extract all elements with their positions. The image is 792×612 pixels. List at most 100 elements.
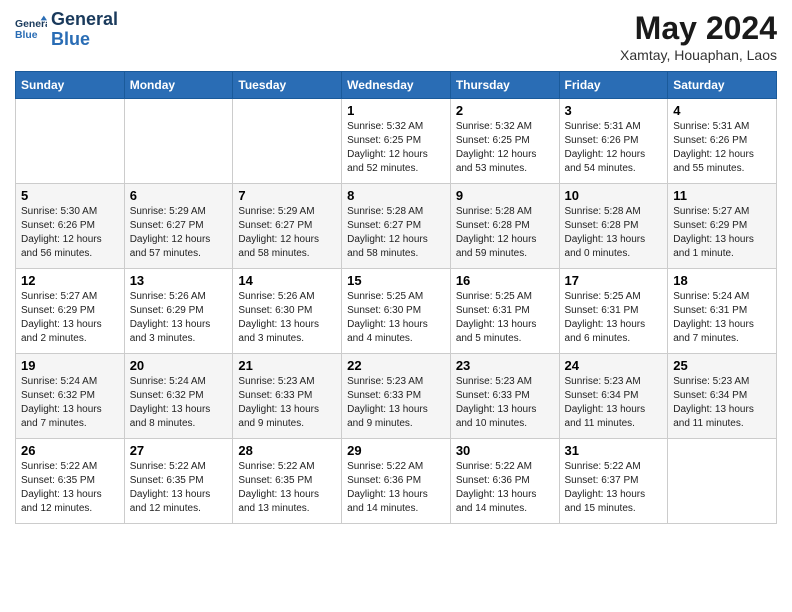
day-number: 26 (21, 443, 119, 458)
day-number: 23 (456, 358, 554, 373)
day-number: 7 (238, 188, 336, 203)
calendar-cell: 19 Sunrise: 5:24 AM Sunset: 6:32 PM Dayli… (16, 354, 125, 439)
calendar-cell: 15 Sunrise: 5:25 AM Sunset: 6:30 PM Dayli… (342, 269, 451, 354)
day-info: Sunrise: 5:27 AM Sunset: 6:29 PM Dayligh… (673, 205, 771, 261)
page-header: General Blue General Blue May 2024 Xamta… (15, 10, 777, 63)
calendar-cell: 23 Sunrise: 5:23 AM Sunset: 6:33 PM Dayli… (450, 354, 559, 439)
calendar-cell: 13Sunrise: 5:26 AM Sunset: 6:29 PM Dayli… (124, 269, 233, 354)
day-number: 19 (21, 358, 119, 373)
day-number: 11 (673, 188, 771, 203)
calendar-cell: 25Sunrise: 5:23 AM Sunset: 6:34 PM Dayli… (668, 354, 777, 439)
calendar-week-2: 5 Sunrise: 5:30 AM Sunset: 6:26 PM Daylig… (16, 184, 777, 269)
day-info: Sunrise: 5:26 AM Sunset: 6:29 PM Dayligh… (130, 290, 228, 346)
calendar-cell: 6 Sunrise: 5:29 AM Sunset: 6:27 PM Daylig… (124, 184, 233, 269)
day-info: Sunrise: 5:26 AM Sunset: 6:30 PM Dayligh… (238, 290, 336, 346)
weekday-header-monday: Monday (124, 72, 233, 99)
calendar-cell (668, 439, 777, 524)
day-info: Sunrise: 5:23 AM Sunset: 6:33 PM Dayligh… (238, 375, 336, 431)
day-number: 28 (238, 443, 336, 458)
day-info: Sunrise: 5:24 AM Sunset: 6:32 PM Dayligh… (21, 375, 119, 431)
calendar-cell (233, 99, 342, 184)
calendar-cell: 12 Sunrise: 5:27 AM Sunset: 6:29 PM Dayli… (16, 269, 125, 354)
calendar-cell: 7Sunrise: 5:29 AM Sunset: 6:27 PM Daylig… (233, 184, 342, 269)
calendar-cell (16, 99, 125, 184)
logo-text: General Blue (51, 10, 118, 50)
day-number: 5 (21, 188, 119, 203)
calendar-cell: 8Sunrise: 5:28 AM Sunset: 6:27 PM Daylig… (342, 184, 451, 269)
day-info: Sunrise: 5:23 AM Sunset: 6:33 PM Dayligh… (456, 375, 554, 431)
svg-text:Blue: Blue (15, 30, 38, 41)
calendar-cell: 5 Sunrise: 5:30 AM Sunset: 6:26 PM Daylig… (16, 184, 125, 269)
calendar-cell: 4Sunrise: 5:31 AM Sunset: 6:26 PM Daylig… (668, 99, 777, 184)
calendar-cell: 20 Sunrise: 5:24 AM Sunset: 6:32 PM Dayli… (124, 354, 233, 439)
weekday-header-saturday: Saturday (668, 72, 777, 99)
day-number: 25 (673, 358, 771, 373)
logo: General Blue General Blue (15, 10, 118, 50)
weekday-header-tuesday: Tuesday (233, 72, 342, 99)
day-info: Sunrise: 5:25 AM Sunset: 6:31 PM Dayligh… (565, 290, 663, 346)
day-number: 21 (238, 358, 336, 373)
day-number: 2 (456, 103, 554, 118)
day-number: 3 (565, 103, 663, 118)
day-number: 12 (21, 273, 119, 288)
calendar-cell: 2 Sunrise: 5:32 AM Sunset: 6:25 PM Daylig… (450, 99, 559, 184)
day-info: Sunrise: 5:32 AM Sunset: 6:25 PM Dayligh… (456, 120, 554, 176)
day-number: 9 (456, 188, 554, 203)
calendar-cell: 26 Sunrise: 5:22 AM Sunset: 6:35 PM Dayli… (16, 439, 125, 524)
calendar-cell: 21 Sunrise: 5:23 AM Sunset: 6:33 PM Dayli… (233, 354, 342, 439)
day-number: 10 (565, 188, 663, 203)
month-year-title: May 2024 (620, 10, 777, 47)
calendar-cell: 24 Sunrise: 5:23 AM Sunset: 6:34 PM Dayli… (559, 354, 668, 439)
calendar-table: SundayMondayTuesdayWednesdayThursdayFrid… (15, 71, 777, 524)
day-info: Sunrise: 5:24 AM Sunset: 6:32 PM Dayligh… (130, 375, 228, 431)
weekday-header-thursday: Thursday (450, 72, 559, 99)
svg-text:General: General (15, 19, 47, 30)
weekday-header-friday: Friday (559, 72, 668, 99)
day-number: 18 (673, 273, 771, 288)
day-info: Sunrise: 5:23 AM Sunset: 6:33 PM Dayligh… (347, 375, 445, 431)
day-info: Sunrise: 5:22 AM Sunset: 6:35 PM Dayligh… (238, 460, 336, 516)
calendar-cell: 18 Sunrise: 5:24 AM Sunset: 6:31 PM Dayli… (668, 269, 777, 354)
calendar-cell: 1Sunrise: 5:32 AM Sunset: 6:25 PM Daylig… (342, 99, 451, 184)
day-number: 24 (565, 358, 663, 373)
day-info: Sunrise: 5:30 AM Sunset: 6:26 PM Dayligh… (21, 205, 119, 261)
day-info: Sunrise: 5:22 AM Sunset: 6:37 PM Dayligh… (565, 460, 663, 516)
day-info: Sunrise: 5:29 AM Sunset: 6:27 PM Dayligh… (130, 205, 228, 261)
day-number: 30 (456, 443, 554, 458)
day-info: Sunrise: 5:24 AM Sunset: 6:31 PM Dayligh… (673, 290, 771, 346)
day-number: 20 (130, 358, 228, 373)
day-number: 14 (238, 273, 336, 288)
day-number: 15 (347, 273, 445, 288)
calendar-cell: 17 Sunrise: 5:25 AM Sunset: 6:31 PM Dayli… (559, 269, 668, 354)
location-subtitle: Xamtay, Houaphan, Laos (620, 47, 777, 63)
day-number: 1 (347, 103, 445, 118)
day-info: Sunrise: 5:25 AM Sunset: 6:31 PM Dayligh… (456, 290, 554, 346)
calendar-week-3: 12 Sunrise: 5:27 AM Sunset: 6:29 PM Dayli… (16, 269, 777, 354)
day-info: Sunrise: 5:23 AM Sunset: 6:34 PM Dayligh… (565, 375, 663, 431)
calendar-week-5: 26 Sunrise: 5:22 AM Sunset: 6:35 PM Dayli… (16, 439, 777, 524)
calendar-cell: 10Sunrise: 5:28 AM Sunset: 6:28 PM Dayli… (559, 184, 668, 269)
weekday-header-sunday: Sunday (16, 72, 125, 99)
calendar-week-1: 1 Sunrise: 5:32 AM Sunset: 6:25 PM Daylig… (16, 99, 777, 184)
day-info: Sunrise: 5:22 AM Sunset: 6:36 PM Dayligh… (347, 460, 445, 516)
day-number: 29 (347, 443, 445, 458)
calendar-cell: 11 Sunrise: 5:27 AM Sunset: 6:29 PM Dayli… (668, 184, 777, 269)
calendar-cell: 22 Sunrise: 5:23 AM Sunset: 6:33 PM Dayli… (342, 354, 451, 439)
day-number: 16 (456, 273, 554, 288)
day-info: Sunrise: 5:22 AM Sunset: 6:35 PM Dayligh… (21, 460, 119, 516)
day-number: 8 (347, 188, 445, 203)
day-info: Sunrise: 5:22 AM Sunset: 6:35 PM Dayligh… (130, 460, 228, 516)
day-number: 31 (565, 443, 663, 458)
title-block: May 2024 Xamtay, Houaphan, Laos (620, 10, 777, 63)
logo-line1: General (51, 10, 118, 30)
day-number: 22 (347, 358, 445, 373)
day-info: Sunrise: 5:27 AM Sunset: 6:29 PM Dayligh… (21, 290, 119, 346)
day-info: Sunrise: 5:25 AM Sunset: 6:30 PM Dayligh… (347, 290, 445, 346)
day-number: 6 (130, 188, 228, 203)
day-number: 17 (565, 273, 663, 288)
calendar-cell: 31 Sunrise: 5:22 AM Sunset: 6:37 PM Dayli… (559, 439, 668, 524)
calendar-cell: 16 Sunrise: 5:25 AM Sunset: 6:31 PM Dayli… (450, 269, 559, 354)
calendar-cell: 30Sunrise: 5:22 AM Sunset: 6:36 PM Dayli… (450, 439, 559, 524)
calendar-cell: 27Sunrise: 5:22 AM Sunset: 6:35 PM Dayli… (124, 439, 233, 524)
weekday-header-row: SundayMondayTuesdayWednesdayThursdayFrid… (16, 72, 777, 99)
